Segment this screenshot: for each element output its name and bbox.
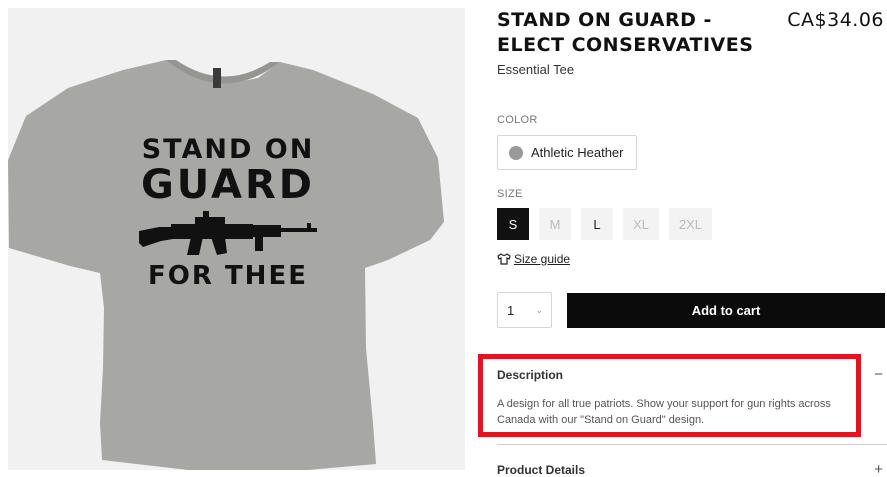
- product-price: CA$34.06: [787, 9, 884, 31]
- tshirt-icon: [497, 253, 511, 265]
- size-option-l[interactable]: L: [581, 208, 613, 240]
- size-option-s[interactable]: S: [497, 208, 529, 240]
- product-subtitle: Essential Tee: [497, 62, 575, 77]
- shirt-print: STAND ON GUARD FOR THEE: [118, 136, 338, 289]
- color-option-label: Athletic Heather: [531, 145, 624, 160]
- chevron-down-icon: ⌄: [535, 304, 543, 315]
- add-to-cart-button[interactable]: Add to cart: [567, 293, 885, 328]
- divider: [497, 444, 887, 445]
- product-details-accordion-header[interactable]: Product Details +: [497, 461, 887, 477]
- print-line-2: GUARD: [140, 162, 316, 208]
- color-swatch-dot: [509, 145, 523, 160]
- size-guide-link[interactable]: Size guide: [497, 252, 570, 266]
- description-accordion-header[interactable]: Description −: [497, 366, 887, 383]
- size-selector: S M L XL 2XL: [497, 208, 722, 240]
- print-line-3: FOR THEE: [148, 261, 308, 291]
- print-line-1: STAND ON: [141, 134, 315, 165]
- description-heading: Description: [497, 367, 564, 382]
- quantity-select[interactable]: 1 ⌄: [497, 292, 552, 328]
- size-option-m[interactable]: M: [539, 208, 571, 240]
- tshirt-neck-tag: [213, 68, 221, 88]
- size-guide-label: Size guide: [514, 252, 571, 266]
- color-option-athletic-heather[interactable]: Athletic Heather: [497, 135, 637, 170]
- size-option-xl[interactable]: XL: [623, 208, 659, 240]
- product-info: STAND ON GUARD - ELECT CONSERVATIVES CA$…: [497, 0, 887, 477]
- product-image[interactable]: STAND ON GUARD FOR THEE: [8, 8, 465, 470]
- expand-icon[interactable]: +: [874, 461, 883, 477]
- product-title: STAND ON GUARD - ELECT CONSERVATIVES: [497, 9, 754, 56]
- size-option-2xl[interactable]: 2XL: [668, 208, 713, 240]
- product-details-heading: Product Details: [497, 462, 586, 477]
- collapse-icon[interactable]: −: [874, 366, 883, 383]
- size-label: SIZE: [497, 188, 523, 200]
- description-text: A design for all true patriots. Show you…: [497, 398, 831, 426]
- quantity-value: 1: [507, 302, 515, 318]
- color-label: COLOR: [497, 114, 538, 126]
- rifle-graphic: [139, 211, 317, 255]
